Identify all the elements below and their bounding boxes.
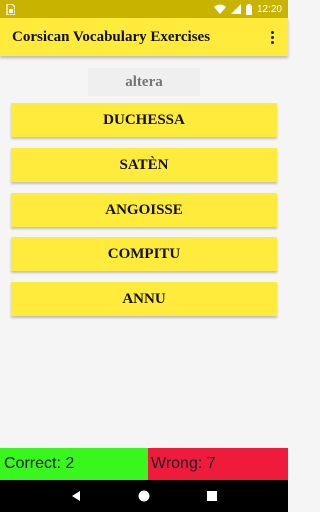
- overflow-menu-icon[interactable]: [264, 27, 280, 47]
- recents-icon[interactable]: [200, 484, 224, 508]
- status-right: 12:20: [213, 3, 282, 15]
- back-icon[interactable]: [64, 484, 88, 508]
- question-word: altera: [88, 68, 200, 96]
- answer-button-1[interactable]: DUCHESSA: [11, 103, 277, 137]
- home-icon[interactable]: [132, 484, 156, 508]
- nav-bar: [0, 480, 288, 512]
- score-bar: Correct: 2 Wrong: 7: [0, 448, 288, 480]
- wrong-count: Wrong: 7: [148, 448, 288, 480]
- answer-button-2[interactable]: SATÈN: [11, 148, 277, 182]
- status-time: 12:20: [256, 3, 282, 15]
- signal-icon: [230, 4, 241, 14]
- app-bar: Corsican Vocabulary Exercises: [0, 18, 288, 56]
- battery-icon: [245, 3, 252, 15]
- status-left: [6, 3, 15, 15]
- correct-count: Correct: 2: [0, 448, 148, 480]
- answer-button-3[interactable]: ANGOISSE: [11, 193, 277, 227]
- status-bar: 12:20: [0, 0, 288, 18]
- sim-card-icon: [6, 3, 15, 15]
- wifi-icon: [213, 4, 226, 14]
- answer-button-4[interactable]: COMPITU: [11, 237, 277, 271]
- answer-button-5[interactable]: ANNU: [11, 282, 277, 316]
- app-title: Corsican Vocabulary Exercises: [12, 28, 211, 45]
